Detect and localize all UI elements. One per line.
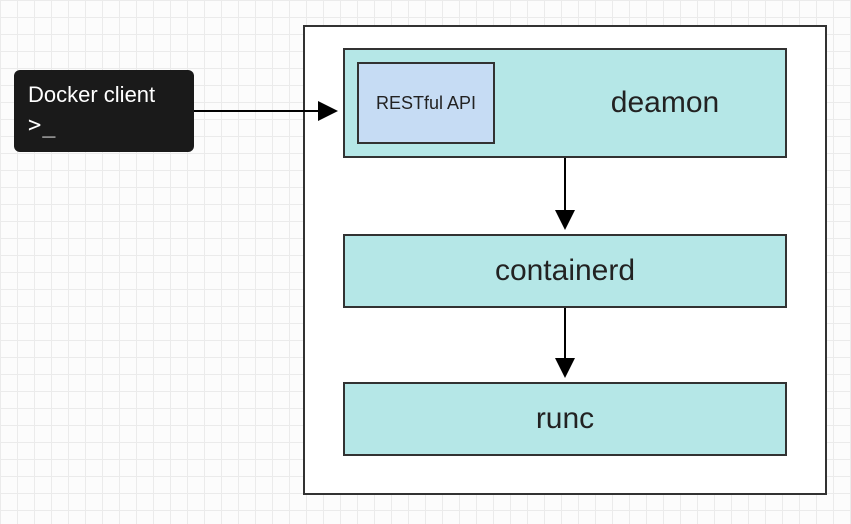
- runc-box: runc: [343, 382, 787, 456]
- daemon-label: deamon: [545, 50, 785, 156]
- containerd-box: containerd: [343, 234, 787, 308]
- docker-client-title: Docker client: [28, 80, 180, 111]
- containerd-label: containerd: [495, 254, 635, 288]
- terminal-prompt-icon: >_: [28, 111, 180, 142]
- restful-api-box: RESTful API: [357, 62, 495, 144]
- docker-client-box: Docker client >_: [14, 70, 194, 152]
- runc-label: runc: [536, 402, 594, 436]
- restful-api-label: RESTful API: [376, 93, 476, 114]
